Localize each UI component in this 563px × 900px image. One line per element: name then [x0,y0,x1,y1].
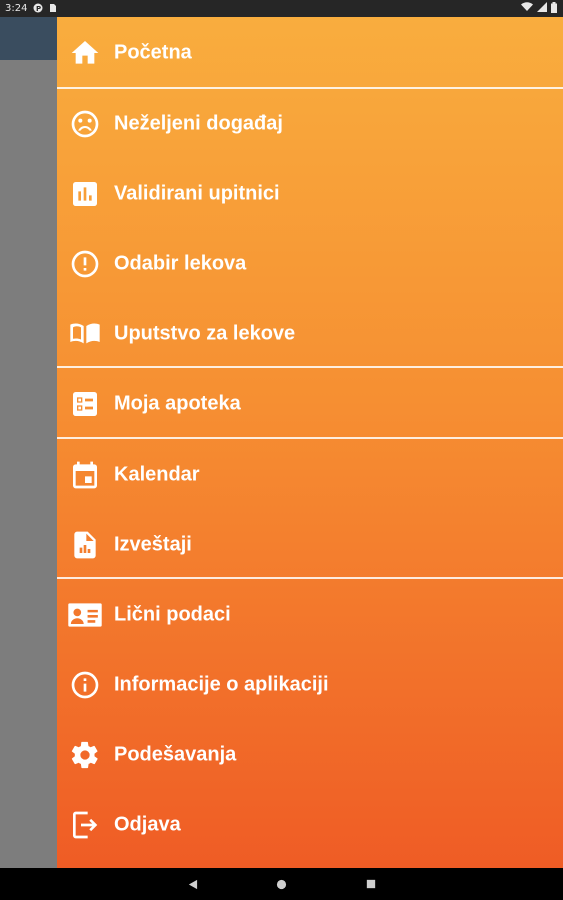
status-time: 3:24 [5,3,28,14]
home-circle-icon[interactable] [272,876,290,892]
menu-item-odabir-lekova[interactable]: Odabir lekova [57,229,563,299]
gear-icon [67,737,103,773]
menu-item-label: Početna [114,41,192,64]
status-bar: 3:24 P [0,0,563,17]
system-nav-bar [0,868,563,900]
sad-face-icon [67,106,103,142]
menu-item-moja-apoteka[interactable]: Moja apoteka [57,369,563,439]
home-icon [67,35,103,71]
battery-icon [551,1,557,16]
menu-item-kalendar[interactable]: Kalendar [57,440,563,510]
menu-item-label: Kalendar [114,463,200,486]
menu-divider [57,366,563,368]
menu-item-label: Odjava [114,813,181,836]
info-icon [67,667,103,703]
menu-item-licni-podaci[interactable]: Lični podaci [57,580,563,650]
notification-p-icon: P [33,3,43,13]
report-file-icon [67,527,103,563]
menu-item-label: Podešavanja [114,743,237,766]
signal-icon [537,2,547,15]
menu-item-odjava[interactable]: Odjava [57,790,563,860]
menu-divider [57,437,563,439]
menu-item-label: Odabir lekova [114,252,247,275]
navigation-drawer: Početna Neželjeni događaj Validirani upi… [57,17,563,868]
menu-item-uputstvo-za-lekove[interactable]: Uputstvo za lekove [57,299,563,369]
menu-item-label: Izveštaji [114,533,192,556]
menu-item-label: Moja apoteka [114,392,241,415]
id-card-icon [67,597,103,633]
menu-item-validirani-upitnici[interactable]: Validirani upitnici [57,159,563,229]
recents-icon[interactable] [362,876,380,892]
wifi-icon [521,2,533,15]
menu-item-nezeljeni-dogadjaj[interactable]: Neželjeni događaj [57,89,563,159]
bar-chart-icon [67,176,103,212]
menu-item-label: Validirani upitnici [114,182,280,205]
alert-circle-icon [67,246,103,282]
list-checklist-icon [67,386,103,422]
sim-card-icon [48,3,58,13]
svg-text:P: P [36,5,41,13]
menu-item-izvestaji[interactable]: Izveštaji [57,510,563,580]
logout-icon [67,807,103,843]
menu-item-pocetna[interactable]: Početna [57,18,563,88]
calendar-icon [67,457,103,493]
back-icon[interactable] [183,876,201,892]
menu-item-informacije-o-aplikaciji[interactable]: Informacije o aplikaciji [57,650,563,720]
menu-item-label: Lični podaci [114,603,231,626]
book-icon [67,316,103,352]
menu-item-podesavanja[interactable]: Podešavanja [57,720,563,790]
app-toolbar-behind [0,17,57,60]
menu-item-label: Neželjeni događaj [114,112,283,135]
menu-item-label: Uputstvo za lekove [114,322,296,345]
scrim-overlay[interactable] [0,60,57,868]
menu-item-label: Informacije o aplikaciji [114,673,329,696]
menu-divider [57,577,563,579]
